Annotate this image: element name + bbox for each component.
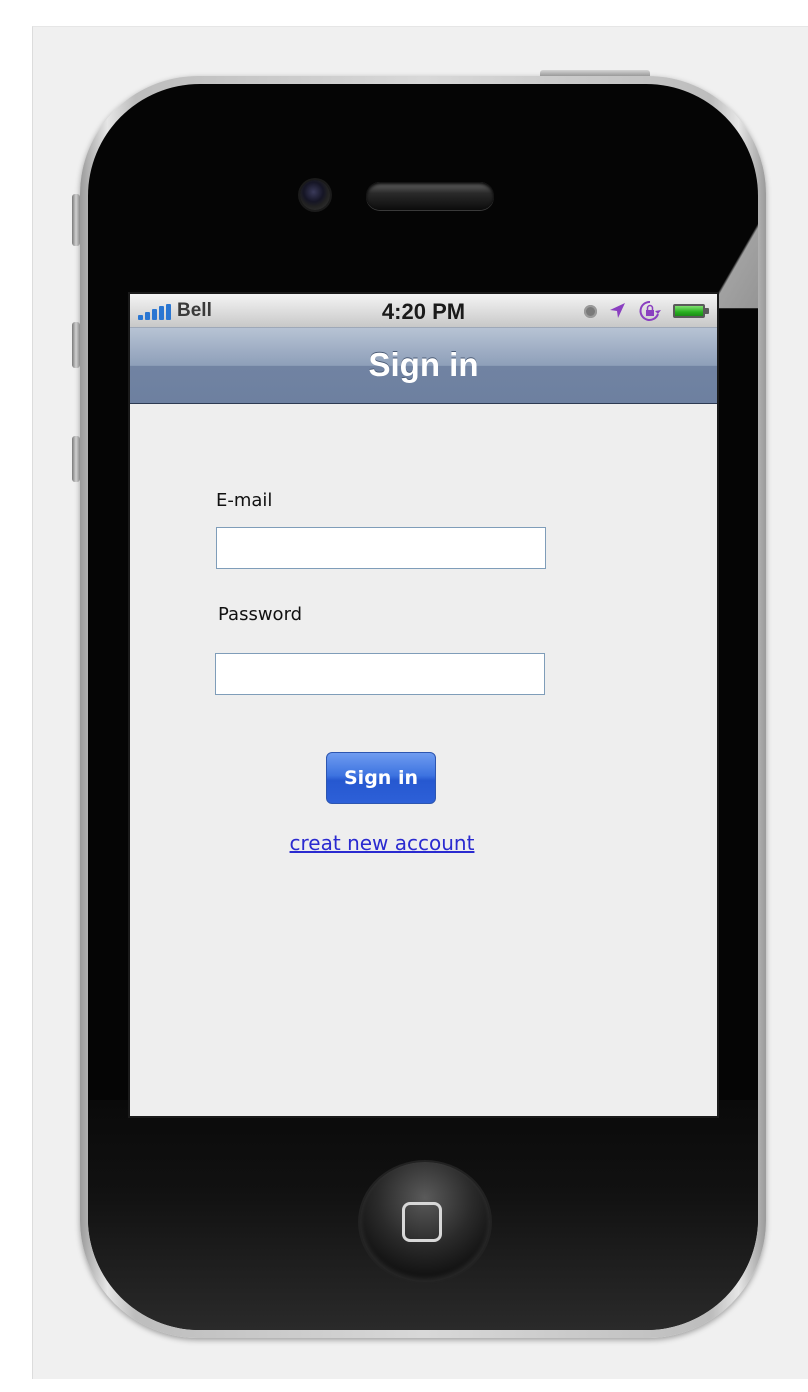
- navigation-bar: Sign in: [130, 328, 717, 404]
- volume-up-button: [72, 322, 80, 368]
- email-field[interactable]: [216, 527, 546, 569]
- password-field[interactable]: [215, 653, 545, 695]
- mute-switch: [72, 194, 80, 246]
- orientation-lock-icon: [639, 300, 661, 321]
- page-title: Sign in: [368, 346, 479, 383]
- home-button[interactable]: [360, 1162, 490, 1282]
- canvas: Bell 4:20 PM Sign in E-mail Password Sig…: [0, 0, 808, 1392]
- volume-down-button: [72, 436, 80, 482]
- iphone-frame: Bell 4:20 PM Sign in E-mail Password Sig…: [72, 70, 766, 1338]
- location-arrow-icon: [610, 303, 625, 318]
- phone-face: Bell 4:20 PM Sign in E-mail Password Sig…: [88, 84, 758, 1330]
- front-camera-icon: [300, 180, 330, 210]
- status-icons: [584, 300, 711, 322]
- status-bar: Bell 4:20 PM: [130, 294, 717, 328]
- earpiece-speaker: [366, 182, 494, 210]
- clock-icon: [584, 304, 597, 318]
- phone-screen: Bell 4:20 PM Sign in E-mail Password Sig…: [130, 294, 717, 1116]
- sign-in-button[interactable]: Sign in: [326, 752, 436, 804]
- create-account-link[interactable]: creat new account: [130, 831, 634, 855]
- home-square-icon: [402, 1202, 442, 1242]
- power-button: [540, 70, 650, 76]
- password-label: Password: [218, 604, 303, 625]
- battery-icon: [673, 304, 709, 318]
- email-label: E-mail: [216, 490, 273, 511]
